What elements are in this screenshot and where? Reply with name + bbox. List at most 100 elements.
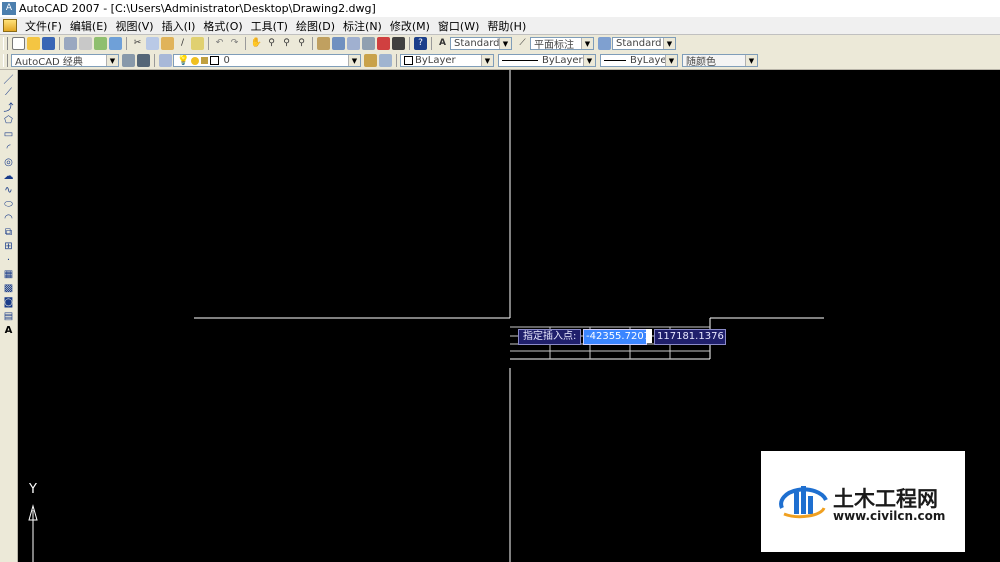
make-current-layer-icon[interactable] — [364, 54, 377, 67]
color-select[interactable]: ByLayer ▼ — [400, 54, 494, 67]
quickcalc-icon[interactable] — [392, 37, 405, 50]
watermark-overlay: 土木工程网 www.civilcn.com — [761, 451, 965, 552]
chevron-down-icon: ▼ — [665, 55, 677, 66]
pan-icon[interactable]: ✋ — [250, 37, 263, 50]
text-style-icon[interactable]: A — [436, 37, 449, 50]
document-icon[interactable] — [3, 19, 17, 32]
rectangle-icon[interactable]: ▭ — [2, 128, 15, 140]
draw-toolbar: ／ ⟋ ⤴ ⬠ ▭ ◜ ◎ ☁ ∿ ⬭ ◠ ⧉ ⊞ · ▦ ▩ ◙ ▤ A — [0, 70, 18, 562]
menu-help[interactable]: 帮助(H) — [483, 18, 530, 34]
tool-palettes-icon[interactable] — [347, 37, 360, 50]
region-icon[interactable]: ◙ — [2, 296, 15, 308]
polyline-icon[interactable]: ⤴ — [2, 100, 15, 114]
save-icon[interactable] — [42, 37, 55, 50]
lineweight-select[interactable]: ByLayer ▼ — [600, 54, 678, 67]
menu-modify[interactable]: 修改(M) — [386, 18, 434, 34]
zoom-previous-icon[interactable]: ⚲ — [295, 37, 308, 50]
dynamic-input-x-field[interactable]: -42355.7207 — [583, 329, 647, 345]
chevron-down-icon: ▼ — [499, 38, 511, 49]
lock-icon — [201, 57, 209, 64]
menu-window[interactable]: 窗口(W) — [434, 18, 483, 34]
markup-icon[interactable] — [377, 37, 390, 50]
table-style-select[interactable]: Standard ▼ — [612, 37, 676, 50]
dim-style-icon[interactable]: ⟋ — [516, 37, 529, 50]
dynamic-input-y-field[interactable]: 117181.1376 — [654, 329, 726, 345]
sun-icon — [191, 56, 200, 65]
point-icon[interactable]: · — [2, 254, 15, 266]
make-block-icon[interactable]: ⊞ — [2, 240, 15, 252]
new-file-icon[interactable] — [12, 37, 25, 50]
copy-icon[interactable] — [146, 37, 159, 50]
publish-icon[interactable] — [94, 37, 107, 50]
toolbar-grip[interactable] — [3, 54, 8, 67]
ucs-icon — [28, 504, 38, 562]
arc-icon[interactable]: ◜ — [2, 142, 15, 154]
menu-view[interactable]: 视图(V) — [111, 18, 157, 34]
text-cursor — [646, 329, 652, 343]
layer-select[interactable]: 💡 0 ▼ — [173, 54, 361, 67]
multiline-text-icon[interactable]: A — [2, 324, 15, 336]
construction-line-icon[interactable]: ⟋ — [2, 86, 15, 98]
menu-file[interactable]: 文件(F) — [21, 18, 66, 34]
menu-tools[interactable]: 工具(T) — [247, 18, 292, 34]
color-swatch — [404, 56, 413, 65]
properties-toolbar: AutoCAD 经典 ▼ 💡 0 ▼ ByLayer ▼ ByLayer ▼ B… — [0, 52, 1000, 70]
gradient-icon[interactable]: ▩ — [2, 282, 15, 294]
zoom-window-icon[interactable]: ⚲ — [280, 37, 293, 50]
lightbulb-icon: 💡 — [177, 55, 190, 66]
block-editor-icon[interactable] — [191, 37, 204, 50]
save-workspace-icon[interactable] — [137, 54, 150, 67]
hatch-icon[interactable]: ▦ — [2, 268, 15, 280]
design-center-icon[interactable] — [332, 37, 345, 50]
dim-style-value: 平面标注 — [534, 40, 574, 50]
circle-icon[interactable]: ◎ — [2, 156, 15, 168]
standard-toolbar: ✂ / ↶ ↷ ✋ ⚲ ⚲ ⚲ ? A Standard ▼ ⟋ 平面标注 ▼ … — [0, 35, 1000, 53]
dim-style-select[interactable]: 平面标注 ▼ — [530, 37, 594, 50]
ucs-y-axis-label: Y — [29, 482, 37, 497]
menu-insert[interactable]: 插入(I) — [158, 18, 200, 34]
workspace-settings-icon[interactable] — [122, 54, 135, 67]
help-icon[interactable]: ? — [414, 37, 427, 50]
line-icon[interactable]: ／ — [2, 72, 15, 86]
ellipse-icon[interactable]: ⬭ — [2, 198, 15, 210]
paste-icon[interactable] — [161, 37, 174, 50]
toolbar-separator — [245, 37, 246, 50]
toolbar-separator — [126, 37, 127, 50]
menu-format[interactable]: 格式(O) — [199, 18, 246, 34]
properties-icon[interactable] — [317, 37, 330, 50]
table-style-value: Standard — [616, 38, 662, 49]
revision-cloud-icon[interactable]: ☁ — [2, 170, 15, 182]
text-style-select[interactable]: Standard ▼ — [450, 37, 512, 50]
linetype-select[interactable]: ByLayer ▼ — [498, 54, 596, 67]
undo-icon[interactable]: ↶ — [213, 37, 226, 50]
cut-icon[interactable]: ✂ — [131, 37, 144, 50]
print-icon[interactable] — [64, 37, 77, 50]
insert-block-icon[interactable]: ⧉ — [2, 226, 15, 238]
plot-style-value: 随颜色 — [686, 57, 716, 67]
menu-edit[interactable]: 编辑(E) — [66, 18, 112, 34]
layer-manager-icon[interactable] — [159, 54, 172, 67]
plot-style-select[interactable]: 随颜色 ▼ — [682, 54, 758, 67]
open-file-icon[interactable] — [27, 37, 40, 50]
layer-previous-icon[interactable] — [379, 54, 392, 67]
polygon-icon[interactable]: ⬠ — [2, 114, 15, 126]
toolbar-separator — [154, 54, 155, 67]
workspace-select[interactable]: AutoCAD 经典 ▼ — [11, 54, 119, 67]
menu-draw[interactable]: 绘图(D) — [292, 18, 339, 34]
menu-dimension[interactable]: 标注(N) — [339, 18, 386, 34]
match-properties-icon[interactable]: / — [176, 37, 189, 50]
table-style-icon[interactable] — [598, 37, 611, 50]
toolbar-grip[interactable] — [3, 37, 8, 50]
zoom-realtime-icon[interactable]: ⚲ — [265, 37, 278, 50]
chevron-down-icon: ▼ — [663, 38, 675, 49]
layer-color-swatch — [210, 56, 220, 65]
spline-icon[interactable]: ∿ — [2, 184, 15, 196]
3d-dwf-icon[interactable] — [109, 37, 122, 50]
autocad-app-icon[interactable]: A — [2, 2, 16, 15]
sheet-set-icon[interactable] — [362, 37, 375, 50]
table-icon[interactable]: ▤ — [2, 310, 15, 322]
print-preview-icon[interactable] — [79, 37, 92, 50]
ellipse-arc-icon[interactable]: ◠ — [2, 212, 15, 224]
menu-bar: 文件(F) 编辑(E) 视图(V) 插入(I) 格式(O) 工具(T) 绘图(D… — [0, 17, 1000, 35]
redo-icon[interactable]: ↷ — [228, 37, 241, 50]
